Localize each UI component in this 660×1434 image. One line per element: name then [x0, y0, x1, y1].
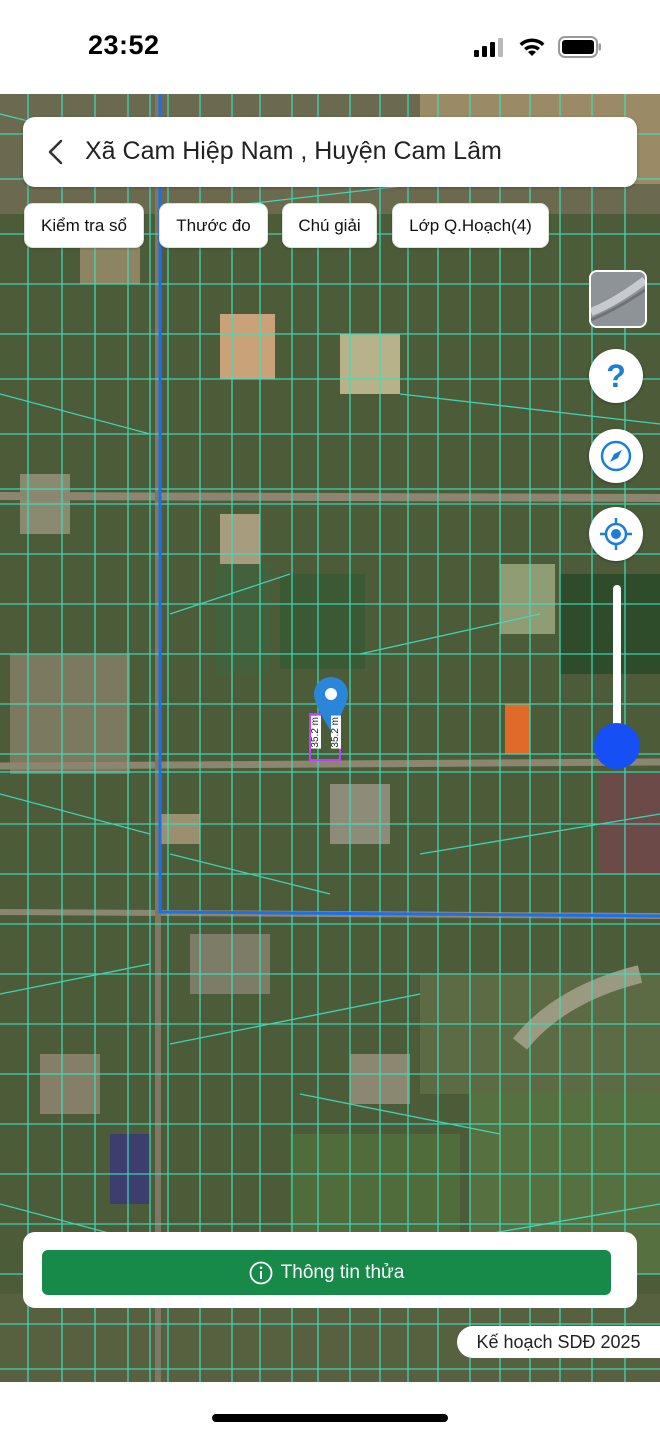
location-title[interactable]: Xã Cam Hiệp Nam , Huyện Cam Lâm [85, 137, 502, 166]
land-use-plan-badge[interactable]: Kế hoạch SDĐ 2025 [457, 1326, 660, 1358]
compass-button[interactable] [589, 429, 643, 483]
my-location-icon [600, 518, 632, 550]
battery-icon [558, 36, 601, 58]
bottom-panel: Thông tin thửa [23, 1232, 637, 1308]
measure-button[interactable]: Thước đo [159, 203, 268, 248]
wifi-icon [519, 38, 545, 56]
help-icon: ? [606, 358, 626, 394]
planning-layers-button[interactable]: Lớp Q.Hoạch(4) [392, 203, 549, 248]
parcel-measure-left: 35.2 m [310, 716, 321, 749]
help-button[interactable]: ? [589, 349, 643, 403]
parcel-measure-right: 35.2 m [330, 716, 341, 749]
location-header: Xã Cam Hiệp Nam , Huyện Cam Lâm [23, 117, 637, 187]
cellular-signal-icon [474, 38, 503, 57]
check-certificate-button[interactable]: Kiểm tra sổ [24, 203, 144, 248]
satellite-layer-icon[interactable] [589, 270, 647, 328]
locate-button[interactable] [589, 507, 643, 561]
parcel-info-button[interactable]: Thông tin thửa [42, 1250, 611, 1295]
parcel-info-label: Thông tin thửa [280, 1261, 405, 1283]
status-bar: 23:52 [0, 0, 660, 94]
info-icon [249, 1261, 273, 1284]
opacity-slider-handle[interactable] [594, 723, 640, 769]
chevron-left-icon[interactable] [41, 137, 71, 167]
status-icons [474, 36, 602, 58]
legend-button[interactable]: Chú giải [282, 203, 377, 248]
status-time: 23:52 [88, 30, 160, 60]
home-indicator[interactable] [212, 1414, 448, 1422]
compass-icon [600, 440, 632, 472]
svg-text:?: ? [606, 358, 626, 394]
